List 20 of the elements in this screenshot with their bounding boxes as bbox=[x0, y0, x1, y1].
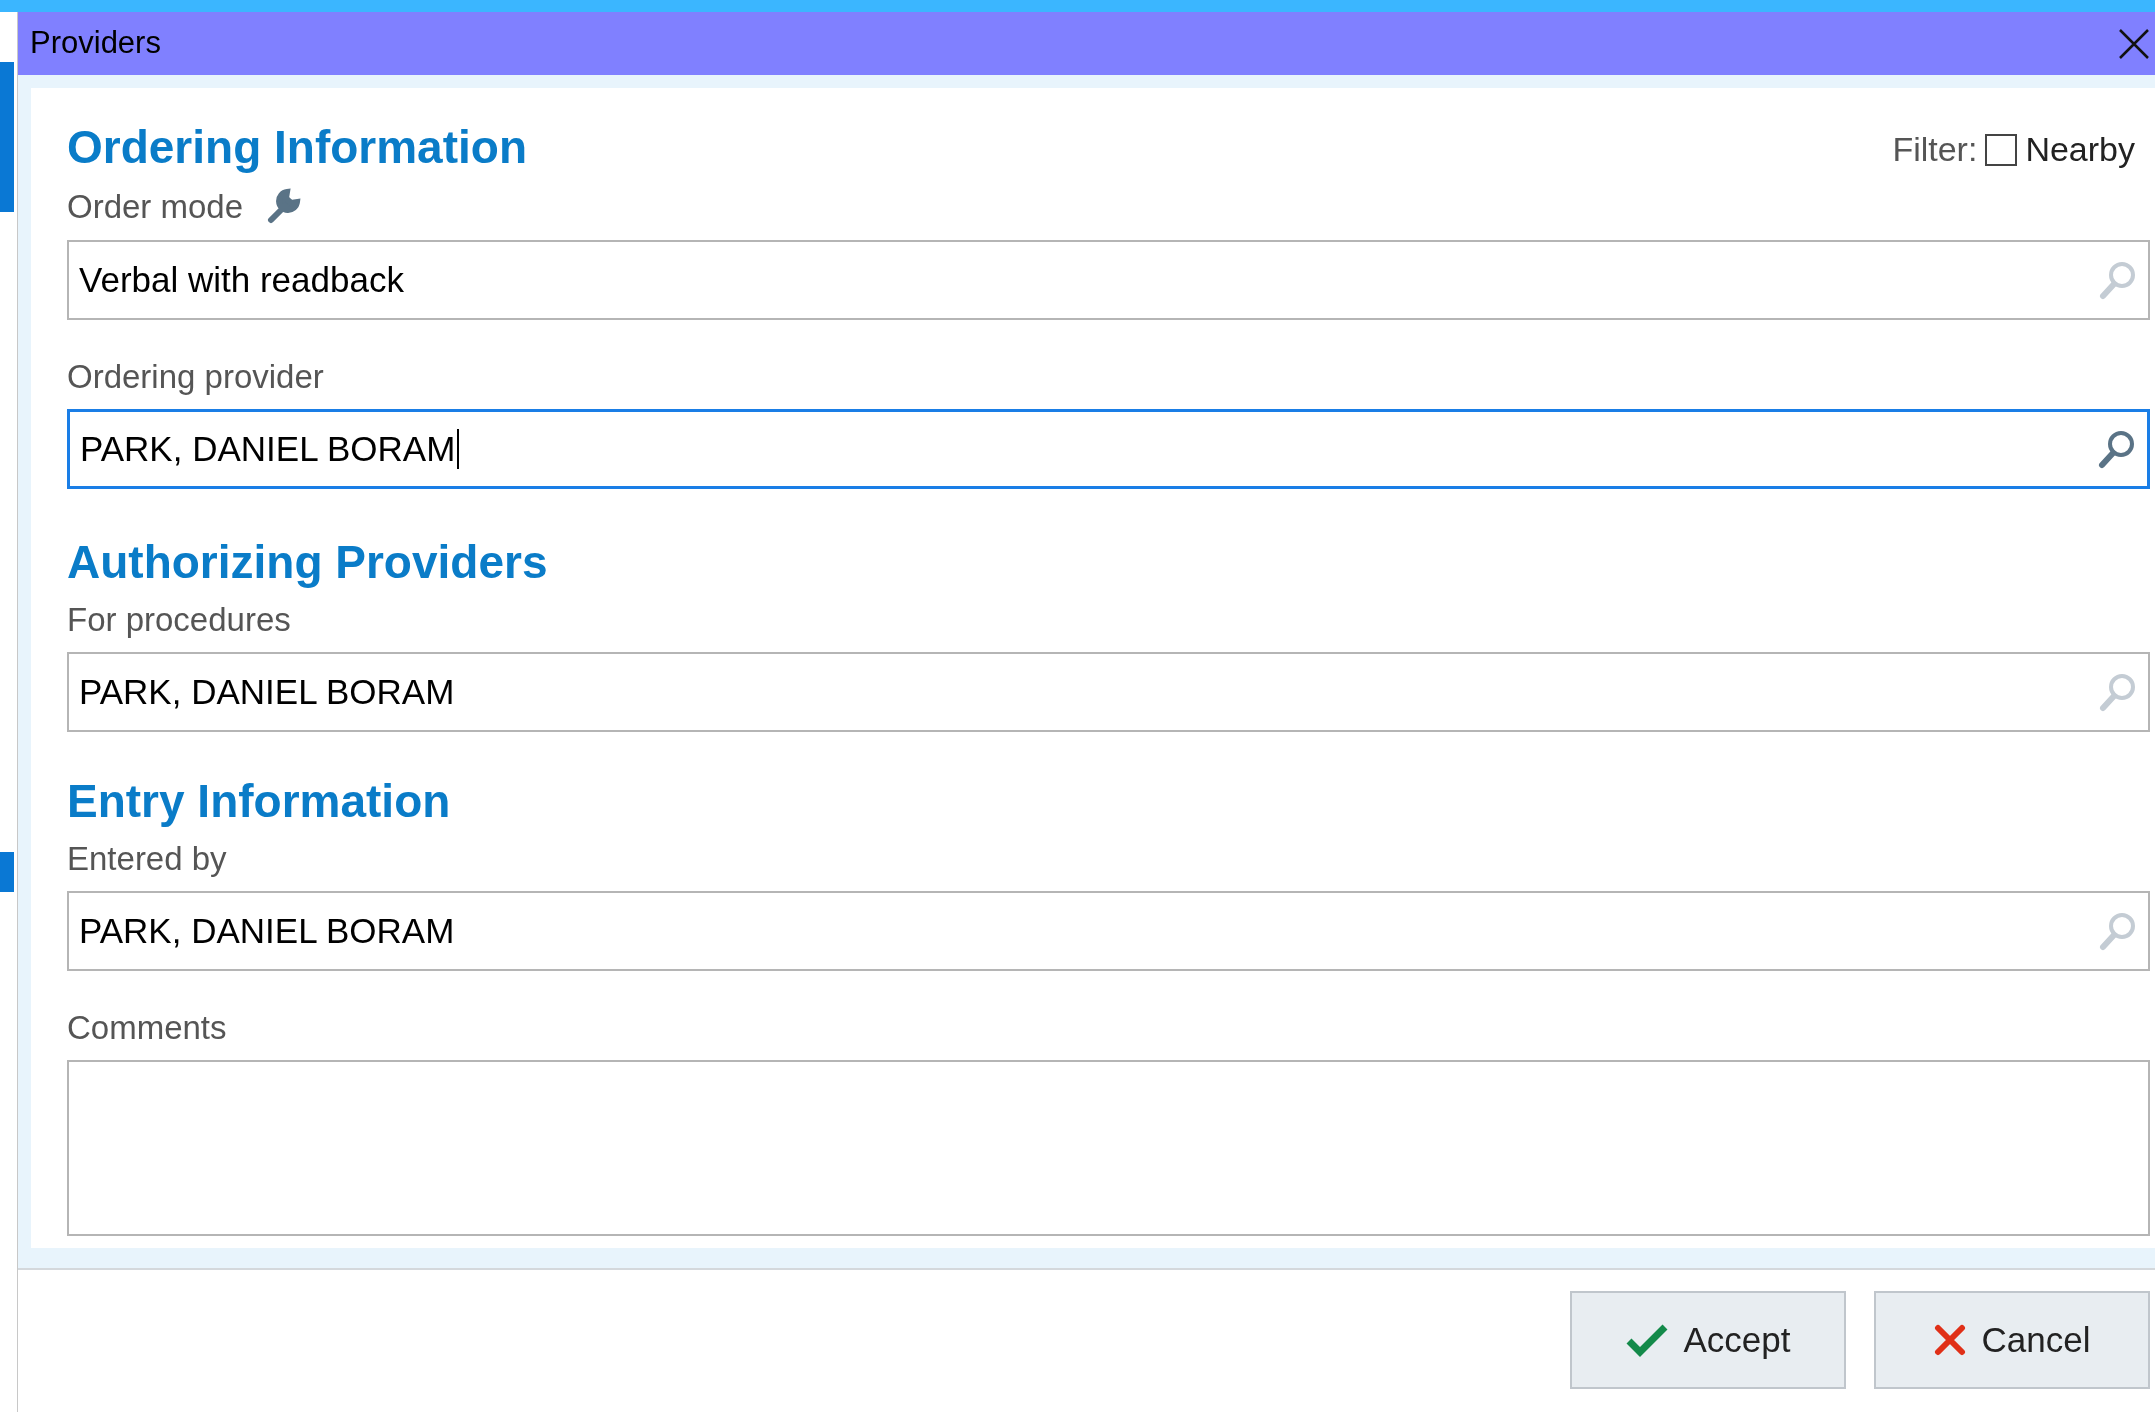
check-icon bbox=[1625, 1323, 1668, 1357]
field-label: Order mode bbox=[67, 189, 244, 223]
lookup-field[interactable]: PARK, DANIEL BORAM bbox=[67, 891, 2150, 971]
field-label: Entered by bbox=[67, 842, 227, 875]
field-label: Comments bbox=[67, 1011, 227, 1044]
close-icon bbox=[1933, 1324, 1966, 1356]
cancel-button[interactable]: Cancel bbox=[1874, 1291, 2150, 1389]
field-label: For procedures bbox=[67, 603, 291, 636]
lookup-field[interactable]: PARK, DANIEL BORAM bbox=[67, 652, 2150, 732]
accept-button[interactable]: Accept bbox=[1570, 1291, 1846, 1389]
nearby-label[interactable]: Nearby bbox=[2025, 124, 2135, 175]
window-title: Providers bbox=[30, 24, 161, 63]
filter-label: Filter: bbox=[1892, 129, 1978, 170]
search-icon[interactable] bbox=[2097, 428, 2137, 470]
wrench-icon[interactable] bbox=[265, 188, 302, 224]
field-label: Ordering provider bbox=[67, 360, 324, 393]
lookup-field[interactable]: Verbal with readback bbox=[67, 240, 2150, 320]
close-icon[interactable] bbox=[2117, 26, 2151, 61]
nearby-checkbox[interactable] bbox=[1985, 133, 2018, 166]
lookup-field[interactable]: PARK, DANIEL BORAM bbox=[67, 409, 2150, 489]
